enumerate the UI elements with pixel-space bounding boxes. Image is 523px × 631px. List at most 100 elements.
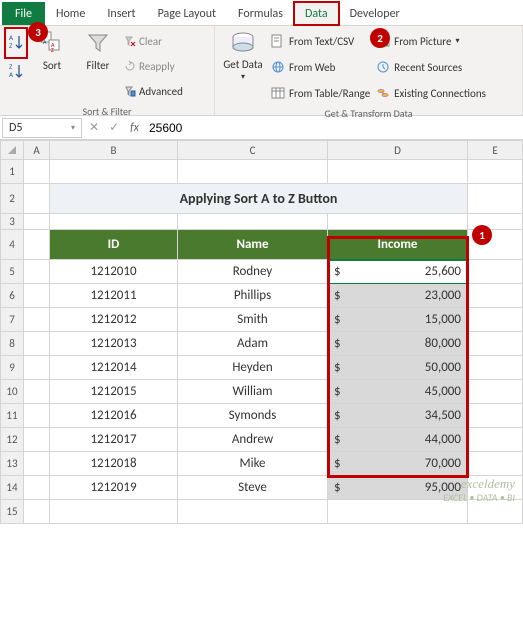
formula-input[interactable]: [147, 119, 521, 137]
tab-developer[interactable]: Developer: [339, 2, 411, 25]
cell-name[interactable]: William: [178, 380, 328, 404]
rowhead[interactable]: 14: [0, 476, 24, 500]
cell[interactable]: [468, 380, 523, 404]
cell[interactable]: [468, 356, 523, 380]
cell[interactable]: [468, 452, 523, 476]
recent-sources-button[interactable]: Recent Sources: [376, 55, 486, 79]
cell-id[interactable]: 1212019: [50, 476, 178, 500]
rowhead[interactable]: 13: [0, 452, 24, 476]
cell[interactable]: [50, 160, 178, 184]
cell[interactable]: [468, 500, 523, 524]
from-picture-button[interactable]: From Picture ▾: [376, 29, 486, 53]
cell[interactable]: [24, 184, 50, 214]
cell[interactable]: [24, 160, 50, 184]
existing-conn-button[interactable]: Existing Connections: [376, 81, 486, 105]
cell-name[interactable]: Rodney: [178, 260, 328, 284]
cell[interactable]: [24, 380, 50, 404]
tab-page-layout[interactable]: Page Layout: [147, 2, 227, 25]
fx-icon[interactable]: fx: [126, 121, 143, 135]
cell[interactable]: [468, 308, 523, 332]
cell-income[interactable]: $23,000: [328, 284, 468, 308]
cell[interactable]: [468, 160, 523, 184]
cell-income[interactable]: $34,500: [328, 404, 468, 428]
cell[interactable]: [468, 428, 523, 452]
cell[interactable]: [328, 214, 468, 230]
cell[interactable]: [468, 184, 523, 214]
cell-name[interactable]: Adam: [178, 332, 328, 356]
cell-id[interactable]: 1212010: [50, 260, 178, 284]
cell[interactable]: [50, 214, 178, 230]
cell-name[interactable]: Andrew: [178, 428, 328, 452]
clear-button[interactable]: Clear: [124, 29, 183, 53]
cell[interactable]: [24, 428, 50, 452]
rowhead[interactable]: 4: [0, 230, 24, 260]
cell[interactable]: [24, 452, 50, 476]
advanced-button[interactable]: Advanced: [124, 79, 183, 103]
cell-income[interactable]: $44,000: [328, 428, 468, 452]
cell[interactable]: [178, 500, 328, 524]
cell[interactable]: [468, 260, 523, 284]
cell-name[interactable]: Phillips: [178, 284, 328, 308]
cell[interactable]: [24, 476, 50, 500]
cancel-icon[interactable]: ✕: [86, 120, 102, 135]
get-data-button[interactable]: Get Data ▾: [221, 29, 265, 81]
from-web-button[interactable]: From Web: [271, 55, 370, 79]
cell[interactable]: [328, 160, 468, 184]
tab-data[interactable]: Data: [294, 2, 339, 25]
cell[interactable]: [24, 308, 50, 332]
cell-name[interactable]: Symonds: [178, 404, 328, 428]
rowhead[interactable]: 2: [0, 184, 24, 214]
sort-asc-button[interactable]: AZ: [6, 29, 26, 57]
rowhead[interactable]: 8: [0, 332, 24, 356]
rowhead[interactable]: 6: [0, 284, 24, 308]
name-box[interactable]: D5▾: [2, 118, 82, 138]
rowhead[interactable]: 9: [0, 356, 24, 380]
header-income[interactable]: Income: [328, 230, 468, 260]
cell[interactable]: [468, 404, 523, 428]
cell[interactable]: [24, 214, 50, 230]
cell[interactable]: [24, 230, 50, 260]
cell-income[interactable]: $45,000: [328, 380, 468, 404]
title-cell[interactable]: Applying Sort A to Z Button: [50, 184, 468, 214]
rowhead[interactable]: 12: [0, 428, 24, 452]
cell-id[interactable]: 1212014: [50, 356, 178, 380]
cell[interactable]: [24, 284, 50, 308]
sort-desc-button[interactable]: ZA: [6, 58, 26, 86]
tab-formulas[interactable]: Formulas: [227, 2, 294, 25]
cell[interactable]: [178, 214, 328, 230]
cell[interactable]: [468, 332, 523, 356]
tab-insert[interactable]: Insert: [96, 2, 146, 25]
cell-income[interactable]: $50,000: [328, 356, 468, 380]
cell-income[interactable]: $80,000: [328, 332, 468, 356]
cell[interactable]: [24, 260, 50, 284]
cell-income[interactable]: $25,600: [328, 260, 468, 284]
colhead-A[interactable]: A: [24, 140, 50, 160]
cell[interactable]: [24, 404, 50, 428]
rowhead[interactable]: 1: [0, 160, 24, 184]
cell-id[interactable]: 1212015: [50, 380, 178, 404]
rowhead[interactable]: 5: [0, 260, 24, 284]
rowhead[interactable]: 10: [0, 380, 24, 404]
cell-name[interactable]: Smith: [178, 308, 328, 332]
cell[interactable]: [468, 476, 523, 500]
rowhead[interactable]: 11: [0, 404, 24, 428]
rowhead[interactable]: 3: [0, 214, 24, 230]
header-name[interactable]: Name: [178, 230, 328, 260]
select-all-corner[interactable]: [0, 140, 24, 160]
reapply-button[interactable]: Reapply: [124, 54, 183, 78]
tab-home[interactable]: Home: [45, 2, 96, 25]
from-csv-button[interactable]: From Text/CSV: [271, 29, 370, 53]
cell-id[interactable]: 1212013: [50, 332, 178, 356]
cell[interactable]: [328, 500, 468, 524]
cell-id[interactable]: 1212012: [50, 308, 178, 332]
cell-name[interactable]: Steve: [178, 476, 328, 500]
cell-id[interactable]: 1212018: [50, 452, 178, 476]
cell[interactable]: [468, 284, 523, 308]
rowhead[interactable]: 7: [0, 308, 24, 332]
cell[interactable]: [50, 500, 178, 524]
cell[interactable]: [24, 356, 50, 380]
cell[interactable]: [24, 332, 50, 356]
from-table-button[interactable]: From Table/Range: [271, 81, 370, 105]
cell[interactable]: [178, 160, 328, 184]
colhead-D[interactable]: D: [328, 140, 468, 160]
